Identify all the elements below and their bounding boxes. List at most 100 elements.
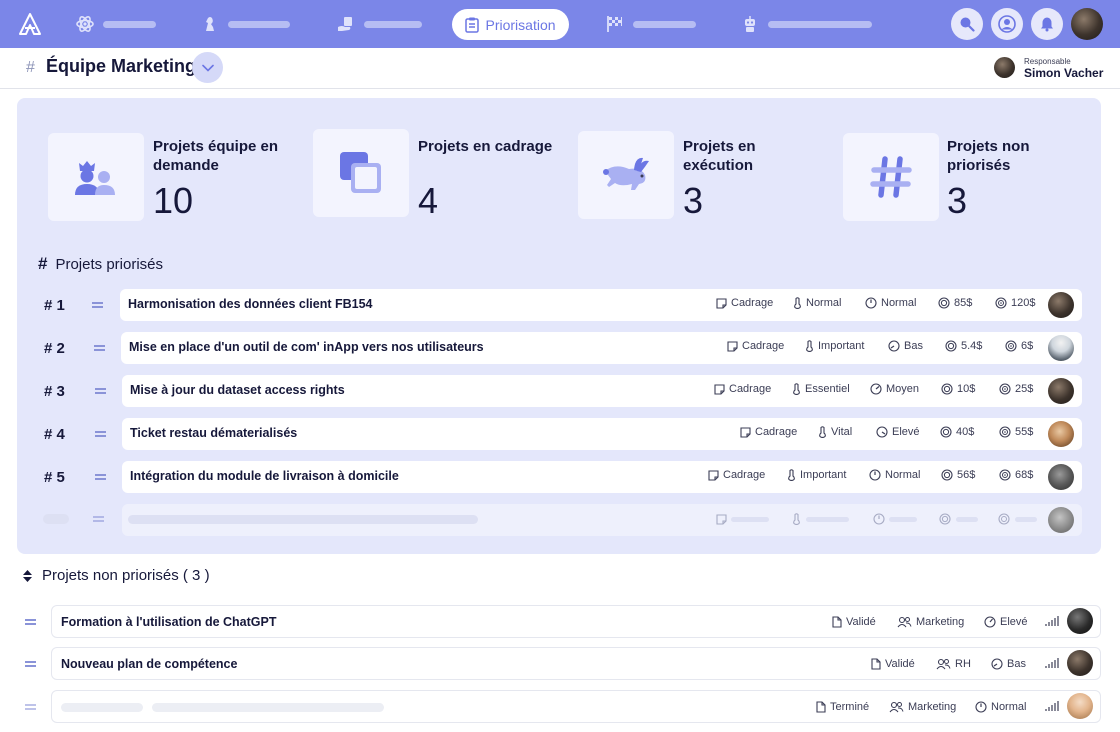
nav-item-pawn[interactable] xyxy=(200,14,290,34)
status-tag: Terminé xyxy=(816,701,869,713)
coin-icon xyxy=(945,340,957,352)
document-icon xyxy=(871,658,881,670)
impact-text: Moyen xyxy=(886,383,920,395)
thermometer-icon xyxy=(819,426,826,438)
impact-text: Elevé xyxy=(892,426,920,438)
cost-text: 85$ xyxy=(954,297,973,309)
profile-button[interactable] xyxy=(991,8,1023,40)
copy-squares-icon xyxy=(340,152,381,193)
non-prioritized-row[interactable]: Formation à l'utilisation de ChatGPT Val… xyxy=(51,605,1101,638)
nav-label-placeholder xyxy=(103,20,156,28)
impact-tag: Normal xyxy=(975,701,1026,713)
status-text: Validé xyxy=(846,616,876,628)
drag-handle-icon[interactable] xyxy=(95,388,106,394)
nav-item-priorisation[interactable]: Priorisation xyxy=(452,9,569,40)
value-text: 55$ xyxy=(1015,426,1034,438)
signal-bars-icon xyxy=(1045,658,1059,668)
cost-text: 40$ xyxy=(956,426,975,438)
value-tag: 6$ xyxy=(1005,340,1033,352)
responsable-avatar xyxy=(994,57,1015,78)
signal-bars-icon xyxy=(1045,701,1059,711)
app-logo-icon[interactable] xyxy=(18,12,42,36)
prioritized-row[interactable]: Harmonisation des données client FB154 C… xyxy=(120,289,1082,321)
search-button[interactable] xyxy=(951,8,983,40)
thermometer-icon xyxy=(788,469,795,481)
name-placeholder xyxy=(128,515,478,524)
value-text: 25$ xyxy=(1015,383,1034,395)
drag-handle-icon[interactable] xyxy=(95,431,106,437)
non-prioritized-section-title[interactable]: Projets non priorisés ( 3 ) xyxy=(22,567,210,584)
stat-title: Projets équipe en demande xyxy=(153,138,279,174)
responsable-label: Responsable xyxy=(1024,57,1071,66)
stat-title: Projets en exécution xyxy=(683,138,756,174)
prioritized-row[interactable]: Intégration du module de livraison à dom… xyxy=(122,461,1082,493)
impact-tag: Normal xyxy=(865,297,916,309)
user-avatar[interactable] xyxy=(1071,8,1103,40)
prioritized-row[interactable]: Ticket restau dématerialisés Cadrage Vit… xyxy=(122,418,1082,450)
cost-tag: 56$ xyxy=(941,469,975,481)
stat-title: Projets non priorisés xyxy=(947,138,1030,174)
non-prioritized-row[interactable]: Nouveau plan de compétence Validé RH Bas xyxy=(51,647,1101,680)
value-text: 120$ xyxy=(1011,297,1036,309)
drag-handle-icon[interactable] xyxy=(92,302,103,308)
cost-tag: 85$ xyxy=(938,297,972,309)
target-icon xyxy=(1005,340,1017,352)
non-prioritized-row[interactable]: Terminé Marketing Normal xyxy=(51,690,1101,723)
drag-handle-icon[interactable] xyxy=(25,704,36,710)
value-placeholder xyxy=(1015,517,1037,522)
drag-handle-icon[interactable] xyxy=(25,619,36,625)
user-circle-icon xyxy=(998,15,1016,33)
top-nav: Priorisation xyxy=(0,0,1120,48)
note-icon xyxy=(708,469,719,481)
team-dropdown-button[interactable] xyxy=(192,52,223,83)
status-tag: Cadrage xyxy=(727,340,784,352)
nav-item-robot[interactable] xyxy=(740,14,872,34)
sort-toggle-icon xyxy=(23,569,32,582)
bell-icon xyxy=(1041,17,1053,32)
urgency-text: Essentiel xyxy=(805,383,850,395)
cost-tag: 40$ xyxy=(940,426,974,438)
stat-value: 3 xyxy=(683,180,704,221)
rank-label: # 5 xyxy=(44,469,65,486)
impact-text: Normal xyxy=(885,469,921,481)
hashtag-icon: # xyxy=(38,254,48,273)
project-name: Ticket restau dématerialisés xyxy=(130,426,298,440)
nav-item-label: Priorisation xyxy=(485,16,556,33)
owner-avatar xyxy=(1048,335,1074,361)
cost-tag: 5.4$ xyxy=(945,340,982,352)
note-icon xyxy=(716,514,727,525)
prioritized-row[interactable]: Mise en place d'un outil de com' inApp v… xyxy=(121,332,1082,364)
nav-item-atom[interactable] xyxy=(75,14,156,34)
coin-icon xyxy=(940,426,952,438)
value-tag: 120$ xyxy=(995,297,1035,309)
drag-handle-icon[interactable] xyxy=(94,345,105,351)
urgency-tag: Vital xyxy=(818,426,852,438)
impact-placeholder xyxy=(889,517,917,522)
signal-bars-icon xyxy=(1045,616,1059,626)
users-icon xyxy=(889,701,904,713)
stat-value: 4 xyxy=(418,180,439,221)
prioritized-section-title: # Projets priorisés xyxy=(38,254,163,274)
impact-text: Normal xyxy=(991,701,1027,713)
notifications-button[interactable] xyxy=(1031,8,1063,40)
thermometer-icon xyxy=(794,297,801,309)
nav-label-placeholder xyxy=(364,20,422,28)
nav-item-flag[interactable] xyxy=(605,14,696,34)
value-text: 6$ xyxy=(1021,340,1034,352)
coin-icon xyxy=(938,297,950,309)
team-tag: RH xyxy=(936,658,971,670)
users-icon xyxy=(897,616,912,628)
rabbit-icon xyxy=(603,157,649,190)
cost-text: 5.4$ xyxy=(961,340,983,352)
status-placeholder xyxy=(731,517,769,522)
stat-icon-box xyxy=(578,131,674,219)
project-name: Formation à l'utilisation de ChatGPT xyxy=(61,615,277,629)
owner-avatar xyxy=(1048,292,1074,318)
prioritized-row[interactable]: Mise à jour du dataset access rights Cad… xyxy=(122,375,1082,407)
impact-text: Normal xyxy=(881,297,917,309)
nav-item-hand[interactable] xyxy=(336,14,422,34)
robot-icon xyxy=(745,16,755,32)
drag-handle-icon[interactable] xyxy=(25,661,36,667)
impact-text: Elevé xyxy=(1000,616,1028,628)
drag-handle-icon[interactable] xyxy=(95,474,106,480)
